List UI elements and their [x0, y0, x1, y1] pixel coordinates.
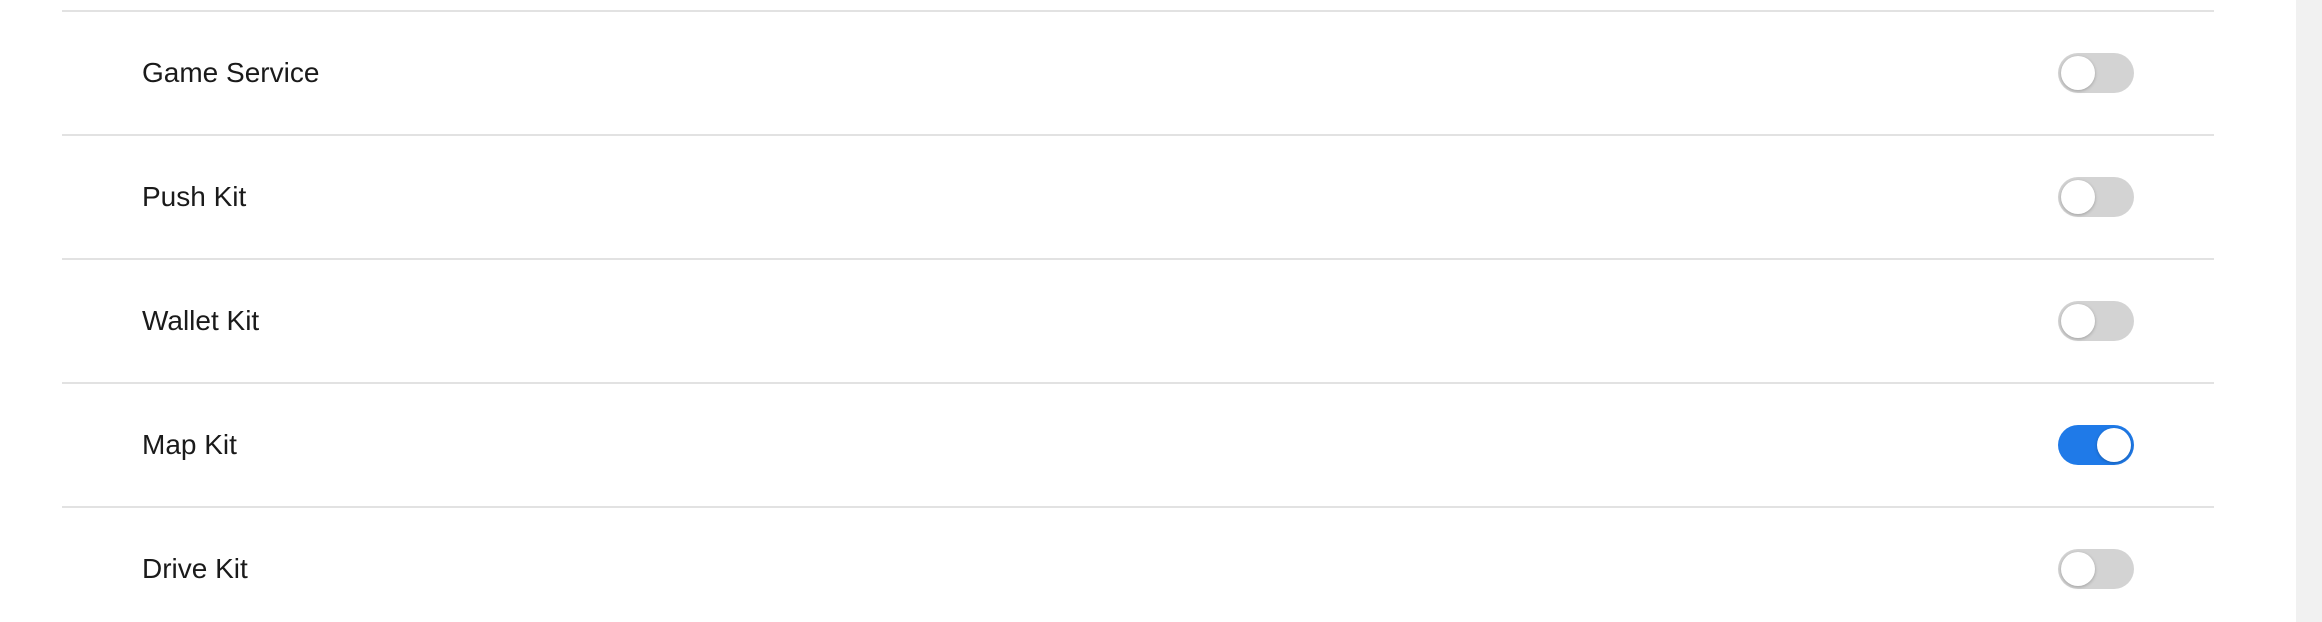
- game-service-toggle[interactable]: [2058, 53, 2134, 93]
- toggle-knob: [2061, 552, 2095, 586]
- settings-page: Game Service Push Kit Wallet Kit Map Kit: [0, 0, 2322, 622]
- service-toggle-list: Game Service Push Kit Wallet Kit Map Kit: [62, 10, 2214, 622]
- service-label: Push Kit: [142, 181, 247, 212]
- list-item-wallet-kit: Wallet Kit: [62, 260, 2214, 384]
- push-kit-toggle[interactable]: [2058, 177, 2134, 217]
- toggle-knob: [2061, 180, 2095, 214]
- toggle-knob: [2061, 304, 2095, 338]
- map-kit-toggle[interactable]: [2058, 425, 2134, 465]
- list-item-game-service: Game Service: [62, 12, 2214, 136]
- service-label: Wallet Kit: [142, 305, 260, 336]
- service-label: Game Service: [142, 57, 320, 88]
- toggle-knob: [2097, 428, 2131, 462]
- list-item-push-kit: Push Kit: [62, 136, 2214, 260]
- drive-kit-toggle[interactable]: [2058, 549, 2134, 589]
- vertical-scrollbar[interactable]: [2296, 0, 2322, 622]
- wallet-kit-toggle[interactable]: [2058, 301, 2134, 341]
- list-item-drive-kit: Drive Kit: [62, 508, 2214, 622]
- toggle-knob: [2061, 56, 2095, 90]
- service-label: Map Kit: [142, 429, 237, 460]
- service-label: Drive Kit: [142, 553, 248, 584]
- list-item-map-kit: Map Kit: [62, 384, 2214, 508]
